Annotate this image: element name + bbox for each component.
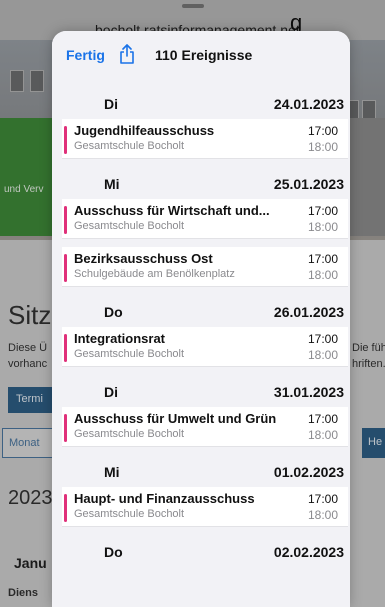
day-weekday: Di — [104, 384, 118, 400]
event-color-bar — [64, 126, 67, 154]
event-end: 18:00 — [307, 140, 338, 154]
event-location: Gesamtschule Bocholt — [74, 348, 185, 360]
event-end: 18:00 — [307, 348, 338, 362]
day-date: 31.01.2023 — [273, 384, 344, 400]
day-weekday: Mi — [104, 176, 120, 192]
day-date: 24.01.2023 — [273, 96, 344, 112]
day-weekday: Do — [104, 304, 123, 320]
event-item[interactable]: Ausschuss für Wirtschaft und... Gesamtsc… — [62, 199, 348, 239]
event-title: Bezirksausschuss Ost — [74, 251, 213, 266]
event-start: 17:00 — [307, 204, 338, 218]
event-item[interactable]: Integrationsrat Gesamtschule Bocholt 17:… — [62, 327, 348, 367]
event-end: 18:00 — [307, 268, 338, 282]
event-color-bar — [64, 206, 67, 234]
event-end: 18:00 — [307, 428, 338, 442]
day-header: Di 24.01.2023 — [52, 87, 350, 119]
event-start: 17:00 — [307, 412, 338, 426]
sheet-header: Fertig 110 Ereignisse — [52, 31, 350, 79]
event-item[interactable]: Jugendhilfeausschuss Gesamtschule Bochol… — [62, 119, 348, 159]
event-count: 110 Ereignisse — [155, 47, 253, 63]
event-location: Gesamtschule Bocholt — [74, 508, 185, 520]
event-title: Ausschuss für Wirtschaft und... — [74, 203, 270, 218]
share-icon[interactable] — [118, 43, 136, 65]
day-header: Di 31.01.2023 — [52, 375, 350, 407]
event-list: Di 24.01.2023 Jugendhilfeausschuss Gesam… — [52, 79, 350, 567]
event-color-bar — [64, 414, 67, 442]
day-weekday: Di — [104, 96, 118, 112]
day-header: Mi 01.02.2023 — [52, 455, 350, 487]
day-date: 25.01.2023 — [273, 176, 344, 192]
event-location: Gesamtschule Bocholt — [74, 428, 185, 440]
event-location: Gesamtschule Bocholt — [74, 220, 185, 232]
day-date: 26.01.2023 — [273, 304, 344, 320]
day-date: 02.02.2023 — [273, 544, 344, 560]
day-weekday: Mi — [104, 464, 120, 480]
event-color-bar — [64, 254, 67, 282]
day-header: Do 26.01.2023 — [52, 295, 350, 327]
done-button[interactable]: Fertig — [66, 47, 105, 63]
events-sheet: Fertig 110 Ereignisse Di 24.01.2023 Juge… — [52, 31, 350, 607]
event-end: 18:00 — [307, 220, 338, 234]
event-item[interactable]: Ausschuss für Umwelt und Grün Gesamtschu… — [62, 407, 348, 447]
event-end: 18:00 — [307, 508, 338, 522]
event-item[interactable]: Bezirksausschuss Ost Schulgebäude am Ben… — [62, 247, 348, 287]
day-header: Mi 25.01.2023 — [52, 167, 350, 199]
event-start: 17:00 — [307, 252, 338, 266]
event-title: Jugendhilfeausschuss — [74, 123, 215, 138]
event-title: Haupt- und Finanzausschuss — [74, 491, 255, 506]
event-location: Schulgebäude am Benölkenplatz — [74, 268, 235, 280]
event-start: 17:00 — [307, 332, 338, 346]
day-date: 01.02.2023 — [273, 464, 344, 480]
event-color-bar — [64, 334, 67, 362]
event-location: Gesamtschule Bocholt — [74, 140, 185, 152]
event-start: 17:00 — [307, 124, 338, 138]
event-color-bar — [64, 494, 67, 522]
day-header: Do 02.02.2023 — [52, 535, 350, 567]
day-weekday: Do — [104, 544, 123, 560]
event-start: 17:00 — [307, 492, 338, 506]
event-title: Integrationsrat — [74, 331, 166, 346]
event-item[interactable]: Haupt- und Finanzausschuss Gesamtschule … — [62, 487, 348, 527]
event-title: Ausschuss für Umwelt und Grün — [74, 411, 277, 426]
